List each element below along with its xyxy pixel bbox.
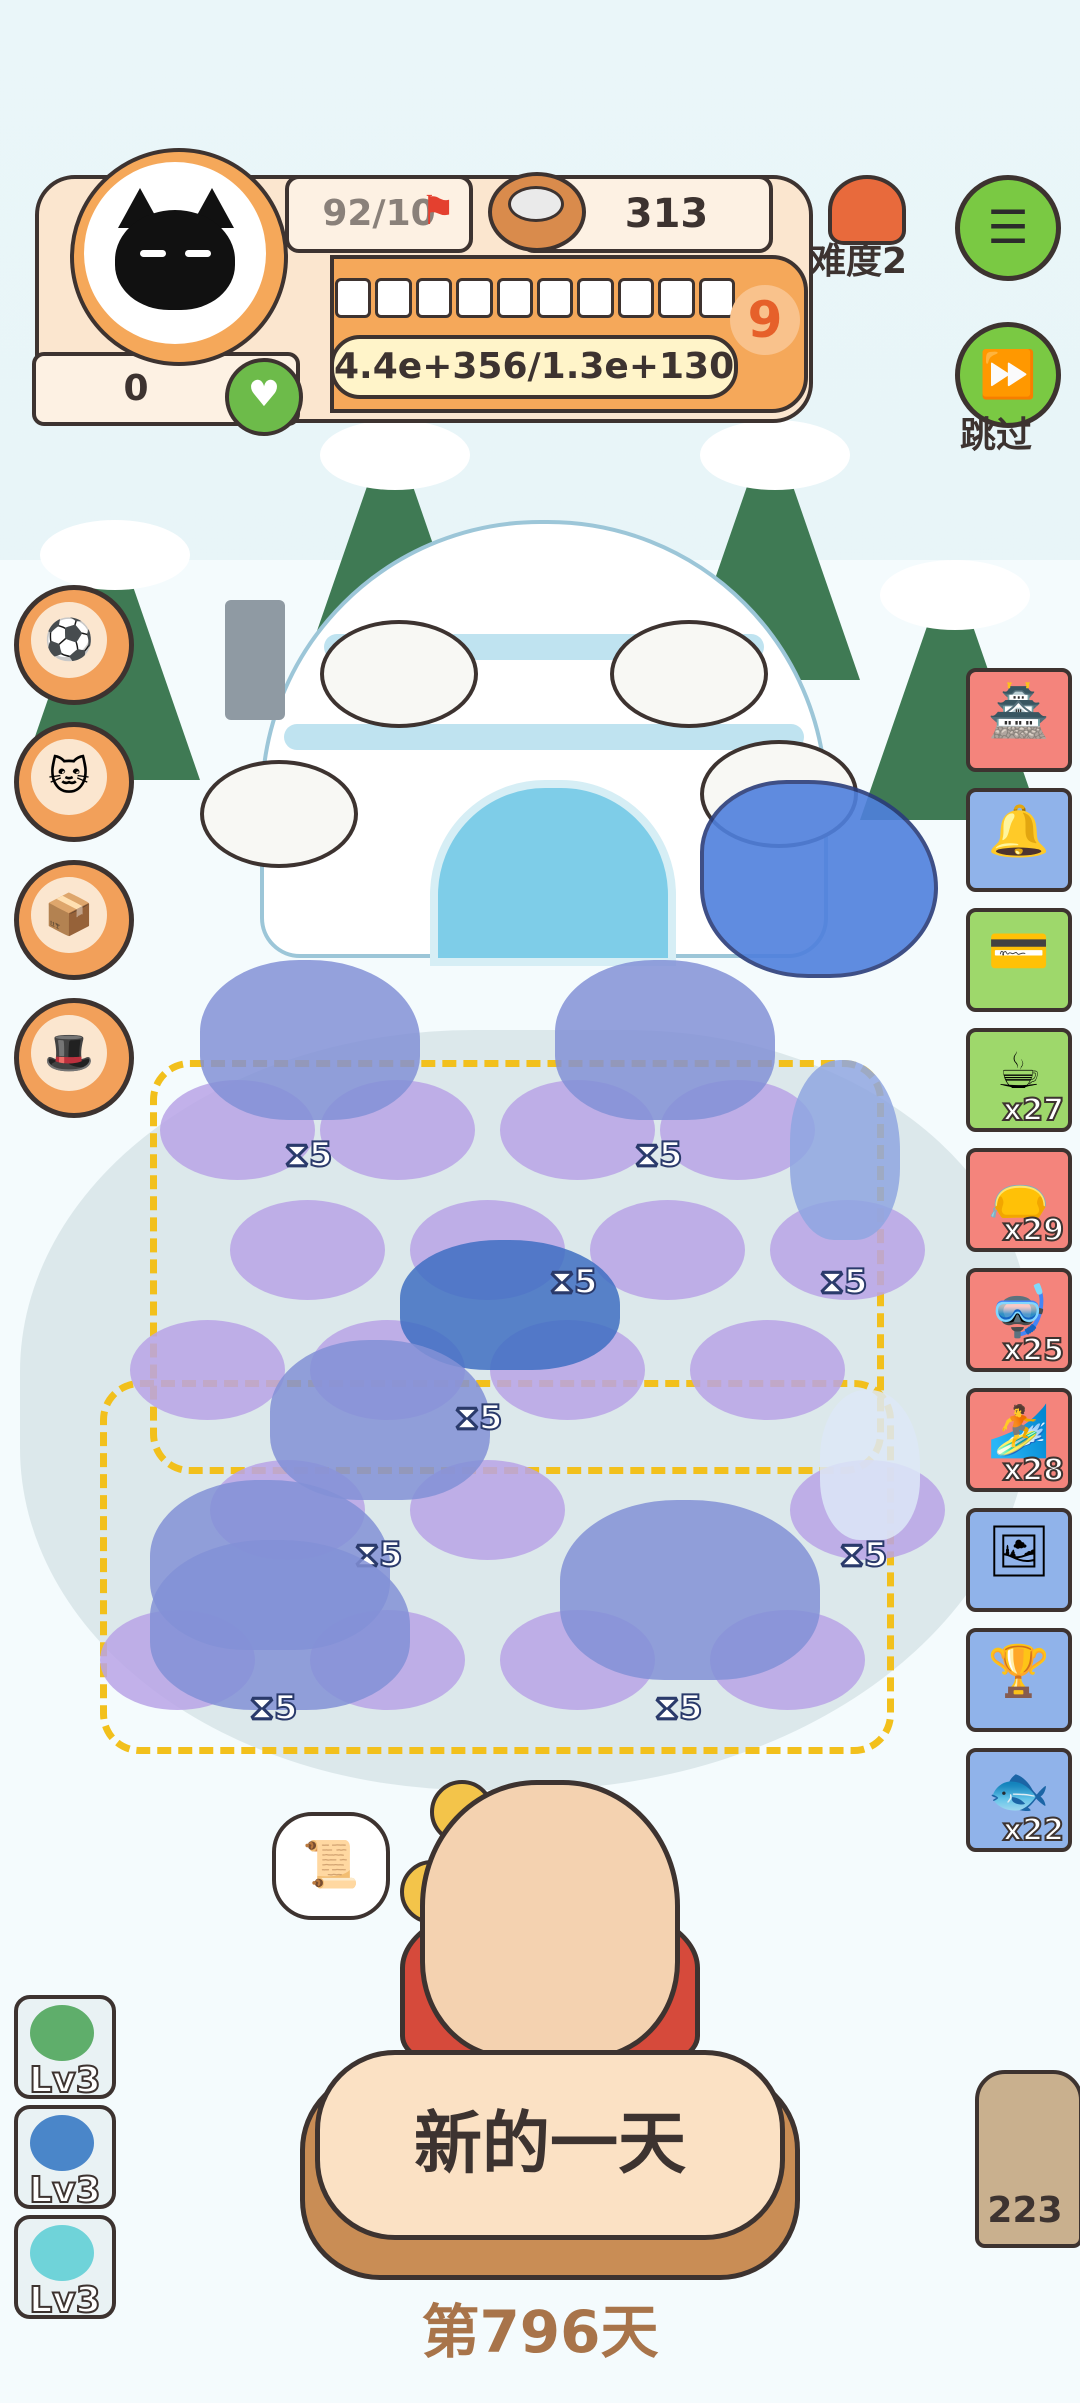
cooldown-timer: ⧗5: [249, 1687, 299, 1729]
left-button-hat[interactable]: 🎩: [14, 998, 134, 1118]
lucky-cat-icon: 🐱: [31, 739, 107, 815]
progress-slot: [617, 278, 655, 318]
cooldown-timer: ⧗5: [654, 1687, 704, 1729]
progress-slot: [456, 278, 493, 318]
cooldown-timer: ⧗5: [454, 1397, 504, 1439]
christmas-bell-icon: 🔔: [987, 802, 1051, 860]
side-item-card[interactable]: 💳: [966, 908, 1072, 1012]
side-item-trophy[interactable]: 🏆: [966, 1628, 1072, 1732]
grid-tile[interactable]: [230, 1200, 385, 1300]
skill-slot[interactable]: Lv3: [14, 2215, 116, 2322]
black-cat-icon: [115, 210, 235, 310]
progress-slot: [496, 278, 534, 318]
day-counter: 第796天: [421, 2298, 659, 2366]
progress-slot: [658, 278, 695, 318]
slot-bar: [335, 278, 736, 320]
snowy-owl: [320, 620, 478, 728]
cat-eye: [140, 250, 166, 257]
grid-tile[interactable]: [690, 1320, 845, 1420]
tree-snow: [320, 420, 470, 490]
left-button-ball-basket[interactable]: ⚽: [14, 585, 134, 705]
snowy-owl: [200, 760, 358, 868]
picture-frame-icon: 🖼: [987, 1522, 1051, 1580]
cat-eye: [185, 250, 211, 257]
cooldown-timer: ⧗5: [284, 1134, 334, 1176]
boss-cat[interactable]: [420, 1780, 680, 2060]
ball-basket-icon: ⚽: [31, 602, 107, 678]
tree-snow: [40, 520, 190, 590]
igloo-stripe: [284, 724, 804, 750]
mammoth[interactable]: [150, 1540, 410, 1710]
side-item-surfboard[interactable]: 🏄 x28: [966, 1388, 1072, 1492]
trophy-icon: 🏆: [987, 1642, 1051, 1700]
item-quantity: x22: [1002, 1812, 1065, 1849]
skill-slot[interactable]: Lv3: [14, 1995, 116, 2102]
skill-level: Lv3: [28, 2059, 101, 2102]
tree-snow: [880, 560, 1030, 630]
hat-icon: 🎩: [31, 1015, 107, 1091]
side-item-pouch[interactable]: 👝 x29: [966, 1148, 1072, 1252]
item-quantity: x25: [1002, 1332, 1065, 1369]
progress-slot: [577, 278, 614, 318]
mammoth[interactable]: [555, 960, 775, 1120]
item-quantity: x29: [1002, 1212, 1065, 1249]
tree-snow: [700, 420, 850, 490]
hot-tea-icon: ☕: [996, 1042, 1042, 1100]
cat-bowl-inner: [508, 186, 564, 222]
squid-king[interactable]: [790, 1060, 900, 1240]
cooldown-timer: ⧗5: [634, 1134, 684, 1176]
mammoth[interactable]: [200, 960, 420, 1120]
side-item-bell[interactable]: 🔔: [966, 788, 1072, 892]
side-item-temple[interactable]: 🏯: [966, 668, 1072, 772]
temple-icon: 🏯: [987, 682, 1051, 740]
left-button-box[interactable]: 📦: [14, 860, 134, 980]
skip-label: 跳过: [960, 415, 1033, 456]
left-button-lucky-cat[interactable]: 🐱: [14, 722, 134, 842]
chimney: [225, 600, 285, 720]
owl-count: 223: [987, 2190, 1063, 2231]
mammoth[interactable]: [560, 1500, 820, 1680]
skill-level: Lv3: [28, 2169, 101, 2212]
skill-orb-icon: [30, 2005, 94, 2061]
flag-icon: ⚑: [420, 188, 456, 234]
progress-slot: [415, 278, 453, 318]
progress-value: 4.4e+356/1.3e+130: [330, 335, 738, 399]
progress-slot: [698, 278, 736, 318]
cooldown-timer: ⧗5: [819, 1261, 869, 1303]
cooldown-timer: ⧗5: [549, 1261, 599, 1303]
side-item-fish[interactable]: 🐟 x22: [966, 1748, 1072, 1852]
snowy-owl: [610, 620, 768, 728]
side-item-mask[interactable]: 🤿 x25: [966, 1268, 1072, 1372]
progress-slot: [537, 278, 574, 318]
skill-orb-icon: [30, 2225, 94, 2281]
difficulty-label: 难度2: [810, 241, 908, 282]
progress-slot: [375, 278, 412, 318]
new-day-button[interactable]: 新的一天: [315, 2050, 785, 2240]
item-quantity: x27: [1002, 1092, 1065, 1129]
skill-level: Lv3: [28, 2279, 101, 2322]
heart-add-button[interactable]: ♥: [225, 358, 303, 436]
side-item-tea[interactable]: ☕ x27: [966, 1028, 1072, 1132]
snowman[interactable]: [820, 1390, 920, 1540]
level-badge: 9: [730, 285, 800, 355]
skill-orb-icon: [30, 2115, 94, 2171]
cooldown-timer: ⧗5: [839, 1534, 889, 1576]
item-quantity: x28: [1002, 1452, 1065, 1489]
menu-button[interactable]: ☰: [955, 175, 1061, 281]
credit-card-icon: 💳: [987, 922, 1051, 980]
progress-slot: [335, 278, 372, 318]
side-item-frame[interactable]: 🖼: [966, 1508, 1072, 1612]
cardboard-box-icon: 📦: [31, 877, 107, 953]
skill-slot[interactable]: Lv3: [14, 2105, 116, 2212]
certificate-bubble[interactable]: 📜: [272, 1812, 390, 1920]
grid-tile[interactable]: [130, 1320, 285, 1420]
